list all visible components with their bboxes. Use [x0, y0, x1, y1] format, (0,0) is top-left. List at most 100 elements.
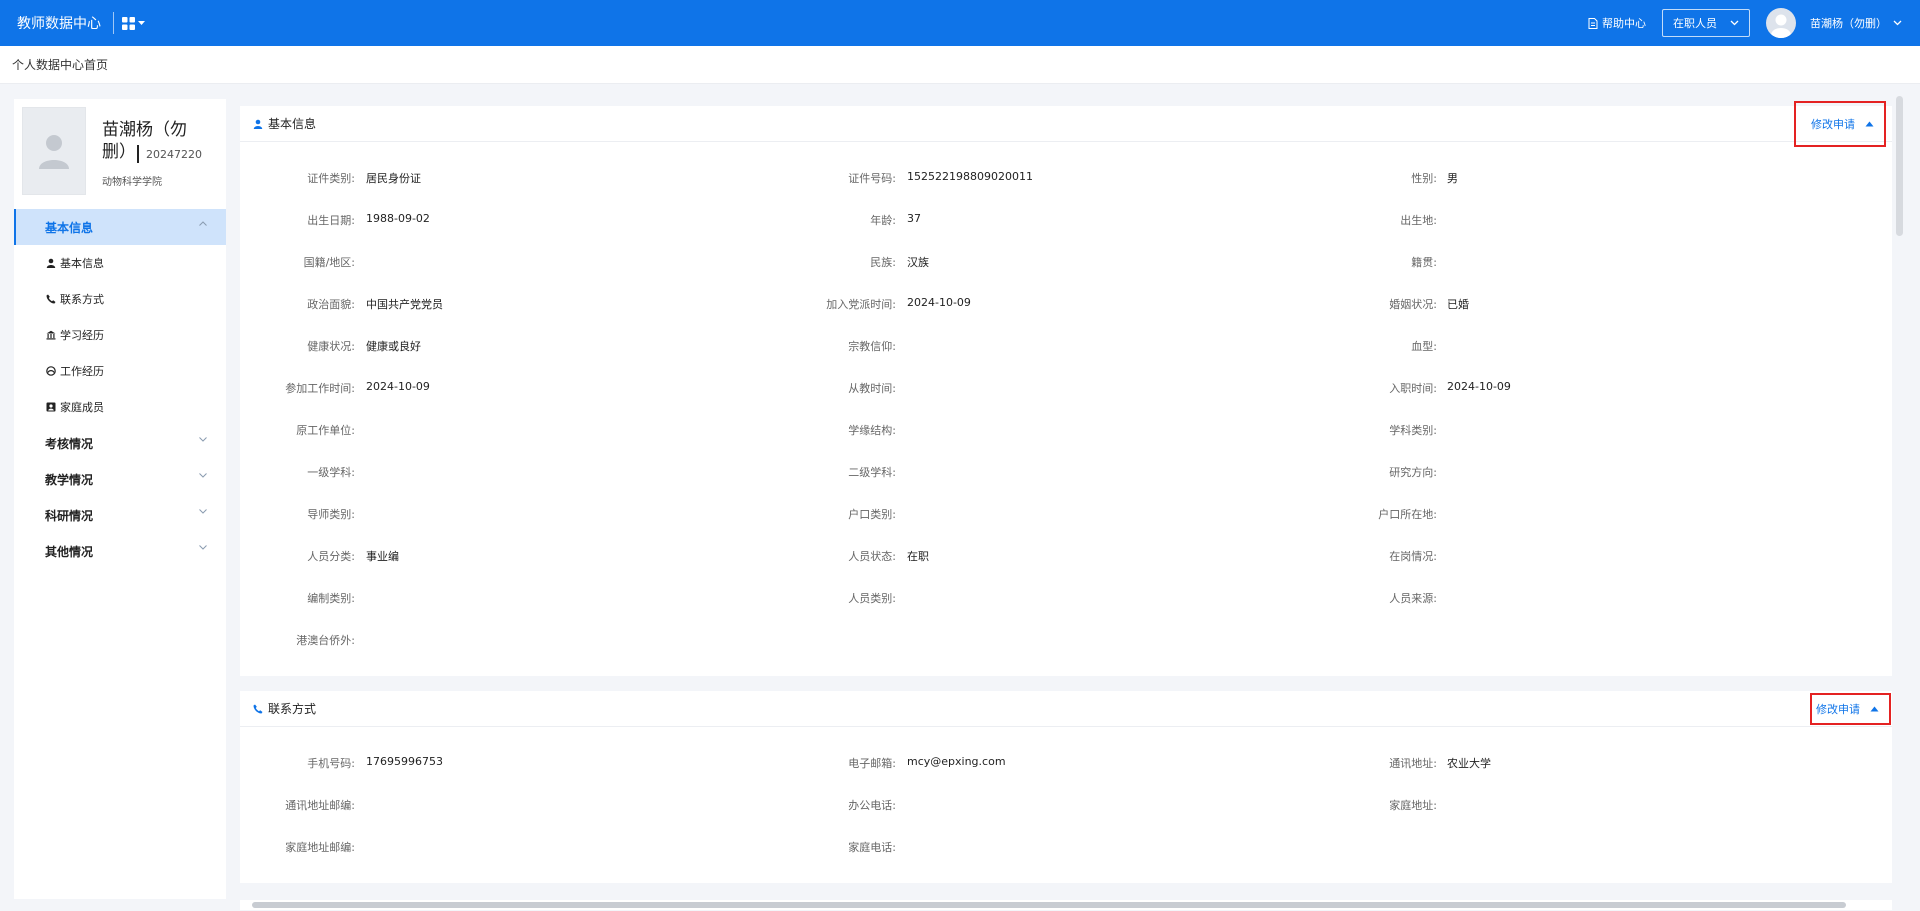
profile-id-value: 20247220	[146, 147, 202, 161]
chevron-down-icon	[1730, 20, 1739, 26]
field-value: 2024-10-09	[1447, 380, 1511, 393]
field-label: 出生地:	[1400, 214, 1437, 227]
field-row: 导师类别: 户口类别: 户口所在地:	[240, 506, 1892, 526]
edit-request-label: 修改申请	[1811, 117, 1855, 131]
field-label: 年龄:	[870, 214, 896, 227]
field-row: 出生日期: 1988-09-02 年龄: 37 出生地:	[240, 212, 1892, 232]
field-row: 港澳台侨外:	[240, 632, 1892, 652]
field-value: 农业大学	[1447, 757, 1491, 770]
contact-edit-request-button[interactable]: 修改申请	[1810, 692, 1891, 725]
field-label: 导师类别:	[307, 508, 355, 521]
vertical-scrollbar[interactable]	[1896, 96, 1903, 236]
field-label: 研究方向:	[1389, 466, 1437, 479]
sidebar-item-label: 家庭成员	[60, 401, 104, 414]
help-center-label: 帮助中心	[1602, 17, 1646, 30]
grid-icon	[122, 16, 135, 30]
caret-down-icon	[138, 20, 145, 25]
field-row: 国籍/地区: 民族: 汉族 籍贯:	[240, 254, 1892, 274]
contact-panel: 联系方式 修改申请 手机号码: 17695996753 电子邮箱: mcy@epxin…	[240, 691, 1892, 883]
field-label: 性别:	[1411, 172, 1437, 185]
field-row: 手机号码: 17695996753 电子邮箱: mcy@epxing.com 通讯地址:…	[240, 755, 1892, 775]
field-label: 二级学科:	[848, 466, 896, 479]
work-icon	[46, 366, 56, 376]
help-center-link[interactable]: 帮助中心	[1588, 15, 1646, 31]
field-label: 国籍/地区:	[303, 256, 355, 269]
field-label: 证件类别:	[307, 172, 355, 185]
profile-card: 苗潮杨（勿删） 20247220 动物科学学院	[14, 99, 226, 209]
phone-icon	[253, 704, 263, 713]
field-label: 编制类别:	[307, 592, 355, 605]
breadcrumb: 个人数据中心首页	[0, 46, 1920, 84]
role-select-value: 在职人员	[1673, 17, 1717, 30]
field-label: 人员状态:	[848, 550, 896, 563]
field-label: 人员分类:	[307, 550, 355, 563]
app-title[interactable]: 教师数据中心	[17, 13, 101, 33]
field-label: 办公电话:	[848, 799, 896, 812]
triangle-up-icon	[1865, 121, 1874, 126]
field-label: 籍贯:	[1411, 256, 1437, 269]
field-label: 学缘结构:	[848, 424, 896, 437]
field-value: 已婚	[1447, 298, 1469, 311]
field-row: 编制类别: 人员类别: 人员来源:	[240, 590, 1892, 610]
family-icon	[46, 402, 56, 412]
field-value: 中国共产党党员	[366, 298, 443, 311]
field-value: mcy@epxing.com	[907, 755, 1006, 768]
person-icon	[253, 119, 263, 129]
field-label: 人员来源:	[1389, 592, 1437, 605]
field-row: 通讯地址邮编: 办公电话: 家庭地址:	[240, 797, 1892, 817]
field-value: 事业编	[366, 550, 399, 563]
user-name[interactable]: 苗潮杨（勿删）	[1810, 15, 1887, 31]
profile-id: 20247220	[137, 145, 202, 163]
field-label: 加入党派时间:	[826, 298, 896, 311]
field-value: 152522198809020011	[907, 170, 1033, 183]
sidebar-item-label: 工作经历	[60, 365, 104, 378]
field-value: 居民身份证	[366, 172, 421, 185]
breadcrumb-home-link[interactable]: 个人数据中心首页	[12, 56, 108, 73]
field-value: 2024-10-09	[366, 380, 430, 393]
role-select[interactable]: 在职人员	[1662, 9, 1750, 37]
horizontal-scrollbar[interactable]	[252, 902, 1846, 908]
user-silhouette-icon	[1771, 14, 1791, 38]
field-row: 证件类别: 居民身份证 证件号码: 152522198809020011 性别: 男	[240, 170, 1892, 190]
field-label: 家庭地址邮编:	[285, 841, 355, 854]
field-label: 健康状况:	[307, 340, 355, 353]
contact-title: 联系方式	[268, 702, 317, 716]
field-row: 一级学科: 二级学科: 研究方向:	[240, 464, 1892, 484]
basic-info-edit-request-button[interactable]: 修改申请	[1794, 100, 1886, 147]
profile-id-divider	[137, 145, 139, 163]
triangle-up-icon	[1870, 706, 1879, 711]
field-label: 户口所在地:	[1378, 508, 1437, 521]
field-row: 参加工作时间: 2024-10-09 从教时间: 入职时间: 2024-10-09	[240, 380, 1892, 400]
field-label: 从教时间:	[848, 382, 896, 395]
top-bar: 教师数据中心 帮助中心 在职人员 苗潮杨（勿删）	[0, 0, 1920, 46]
field-label: 血型:	[1411, 340, 1437, 353]
basic-info-panel: 基本信息 修改申请 证件类别: 居民身份证 证件号码: 152522198809020…	[240, 100, 1892, 676]
field-label: 家庭地址:	[1389, 799, 1437, 812]
field-value: 37	[907, 212, 921, 225]
apps-menu-button[interactable]	[122, 16, 145, 30]
field-label: 电子邮箱:	[848, 757, 896, 770]
field-label: 婚姻状况:	[1389, 298, 1437, 311]
field-value: 2024-10-09	[907, 296, 971, 309]
field-row: 健康状况: 健康或良好 宗教信仰: 血型:	[240, 338, 1892, 358]
contact-panel-header: 联系方式 修改申请	[240, 691, 1892, 727]
field-value: 汉族	[907, 256, 929, 269]
field-label: 一级学科:	[307, 466, 355, 479]
user-menu-chevron-icon[interactable]	[1893, 20, 1902, 26]
field-value: 男	[1447, 172, 1458, 185]
field-value: 健康或良好	[366, 340, 421, 353]
field-label: 通讯地址:	[1389, 757, 1437, 770]
field-row: 政治面貌: 中国共产党党员 加入党派时间: 2024-10-09 婚姻状况: 已婚	[240, 296, 1892, 316]
user-avatar[interactable]	[1766, 8, 1796, 38]
person-placeholder-icon	[39, 135, 69, 169]
field-label: 人员类别:	[848, 592, 896, 605]
field-label: 手机号码:	[307, 757, 355, 770]
field-label: 在岗情况:	[1389, 550, 1437, 563]
field-label: 原工作单位:	[296, 424, 355, 437]
field-label: 通讯地址邮编:	[285, 799, 355, 812]
field-label: 宗教信仰:	[848, 340, 896, 353]
field-label: 家庭电话:	[848, 841, 896, 854]
basic-info-title: 基本信息	[268, 117, 317, 131]
field-label: 证件号码:	[848, 172, 896, 185]
edit-request-label: 修改申请	[1816, 702, 1860, 716]
